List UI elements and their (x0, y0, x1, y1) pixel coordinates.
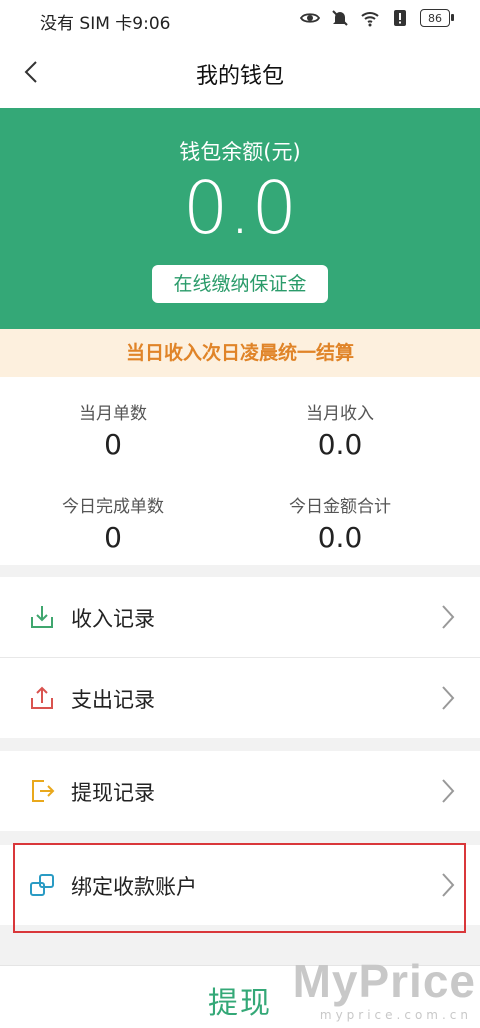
balance-amount: 0.0 (182, 166, 298, 250)
deposit-button[interactable]: 在线缴纳保证金 (152, 265, 328, 303)
stat-value: 0 (104, 428, 122, 461)
watermark-site: myprice.com.cn (319, 1008, 472, 1022)
battery-icon: 86 (420, 9, 454, 27)
wifi-icon (361, 12, 379, 27)
bind-account-group: 绑定收款账户 (0, 845, 480, 925)
upload-tray-icon (31, 686, 53, 709)
chevron-right-icon (442, 873, 455, 897)
stat-label: 当月单数 (79, 404, 147, 424)
bottom-bar: 提现 MyPrice myprice.com.cn (0, 955, 480, 1028)
carrier-time: 没有 SIM 卡9:06 (40, 14, 171, 34)
stat-label: 当月收入 (306, 404, 374, 424)
download-tray-icon (31, 606, 53, 628)
watermark-logo: MyPrice (292, 955, 476, 1007)
stat-today-completed: 今日完成单数 0 (0, 492, 233, 554)
expense-records-label: 支出记录 (71, 688, 155, 712)
balance-label: 钱包余额(元) (179, 140, 301, 164)
link-squares-icon (30, 874, 54, 896)
chevron-right-icon (442, 686, 455, 710)
chevron-right-icon (442, 779, 455, 803)
alert-icon (394, 10, 406, 26)
stat-value: 0.0 (317, 521, 363, 554)
status-bar: 没有 SIM 卡9:06 86 (0, 0, 480, 38)
bind-account-label: 绑定收款账户 (71, 875, 197, 899)
withdraw-records-label: 提现记录 (71, 781, 155, 805)
status-icons: 86 (300, 8, 454, 28)
withdraw-records-group: 提现记录 (0, 751, 480, 831)
stat-label: 今日金额合计 (289, 497, 391, 517)
settlement-notice: 当日收入次日凌晨统一结算 (0, 329, 480, 377)
stat-month-orders: 当月单数 0 (0, 399, 233, 461)
nav-bar: 我的钱包 (0, 38, 480, 108)
stat-month-income: 当月收入 0.0 (220, 399, 460, 461)
stat-today-amount: 今日金额合计 0.0 (220, 492, 460, 554)
stat-label: 今日完成单数 (62, 497, 164, 517)
withdraw-records-item[interactable]: 提现记录 (0, 751, 480, 831)
exit-arrow-icon (32, 780, 55, 802)
stat-value: 0 (104, 521, 122, 554)
income-records-item[interactable]: 收入记录 (0, 577, 480, 657)
chevron-right-icon (442, 605, 455, 629)
mute-bell-icon (332, 10, 348, 26)
stat-value: 0.0 (317, 428, 363, 461)
page-title: 我的钱包 (195, 64, 284, 89)
bind-account-item[interactable]: 绑定收款账户 (0, 845, 480, 925)
balance-card: 钱包余额(元) 0.0 在线缴纳保证金 (0, 108, 480, 329)
eye-icon (300, 13, 320, 23)
stats-panel: 当月单数 0 当月收入 0.0 今日完成单数 0 今日金额合计 0.0 (0, 377, 480, 565)
expense-records-item[interactable]: 支出记录 (0, 658, 480, 738)
income-records-label: 收入记录 (71, 607, 155, 631)
records-group: 收入记录 支出记录 (0, 577, 480, 738)
